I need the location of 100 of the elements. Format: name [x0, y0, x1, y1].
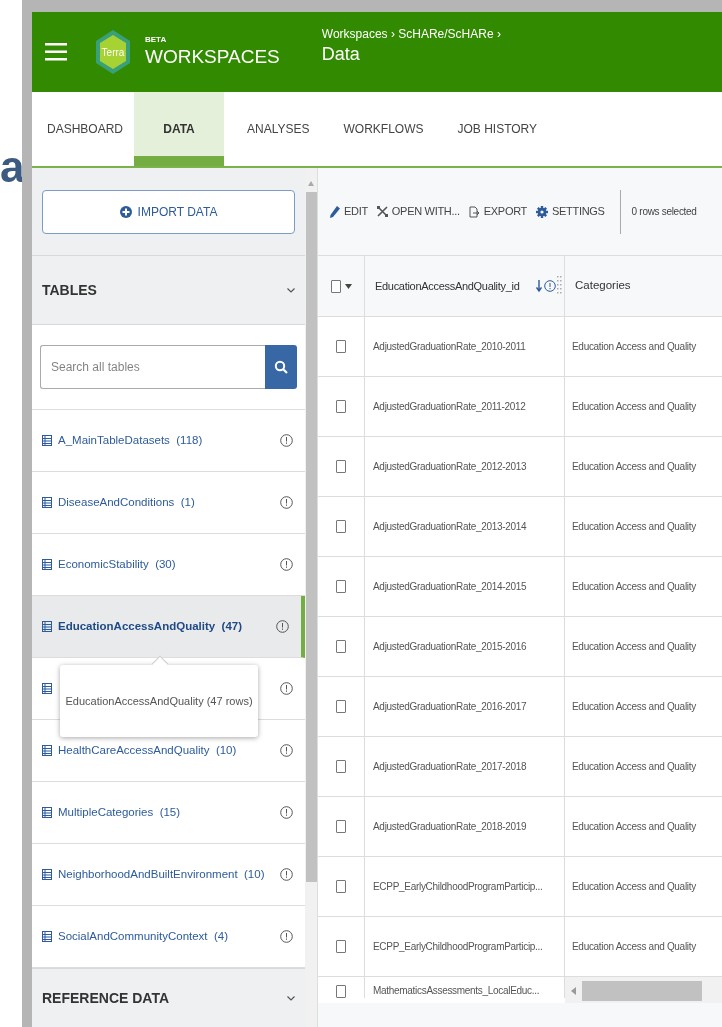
info-icon	[280, 682, 293, 695]
table-list-item[interactable]: SocialAndCommunityContext (4)	[32, 906, 305, 968]
tab[interactable]: ANALYSES	[236, 92, 321, 166]
info-icon	[280, 558, 293, 571]
search-button[interactable]	[265, 345, 297, 389]
table-cell: Education Access and Quality	[572, 699, 696, 714]
table-cell: ECPP_EarlyChildhoodProgramParticip...	[373, 939, 543, 954]
table-icon	[42, 745, 52, 756]
checkbox[interactable]	[336, 520, 346, 533]
table-cell: Education Access and Quality	[572, 819, 696, 834]
tab[interactable]: DASHBOARD	[36, 92, 134, 166]
table-icon	[42, 807, 52, 818]
export-icon	[468, 205, 480, 218]
caret-down-icon	[344, 283, 352, 289]
table-cell: AdjustedGraduationRate_2010-2011	[373, 339, 526, 354]
chevron-down-icon	[287, 995, 295, 1001]
checkbox[interactable]	[336, 580, 346, 593]
tab[interactable]: JOB HISTORY	[446, 92, 549, 166]
checkbox[interactable]	[336, 640, 346, 653]
resize-handle-icon	[557, 276, 562, 296]
menu-icon[interactable]	[45, 43, 67, 61]
sort-down-icon	[536, 280, 542, 292]
page-title: Data	[321, 43, 361, 65]
table-icon	[42, 869, 52, 880]
background-letter: a	[0, 143, 22, 191]
info-icon	[280, 496, 293, 509]
checkbox[interactable]	[336, 985, 346, 998]
table-cell: AdjustedGraduationRate_2012-2013	[373, 459, 527, 474]
table-cell: AdjustedGraduationRate_2018-2019	[373, 819, 527, 834]
table-cell: AdjustedGraduationRate_2011-2012	[373, 399, 526, 414]
tab[interactable]: WORKFLOWS	[332, 92, 435, 166]
export-button[interactable]: EXPORT	[468, 203, 527, 220]
edit-button[interactable]: EDIT	[330, 203, 368, 220]
checkbox[interactable]	[336, 760, 346, 773]
table-cell: Education Access and Quality	[572, 639, 696, 654]
pencil-icon	[330, 205, 340, 218]
info-icon	[280, 930, 293, 943]
table-cell: AdjustedGraduationRate_2013-2014	[373, 519, 527, 534]
table-cell: AdjustedGraduationRate_2017-2018	[373, 759, 527, 774]
selection-status: 0 rows selected	[631, 205, 697, 219]
settings-button[interactable]: SETTINGS	[536, 203, 605, 220]
table-list-item[interactable]: NeighborhoodAndBuiltEnvironment (10)	[32, 844, 305, 906]
checkbox[interactable]	[336, 460, 346, 473]
gear-icon	[536, 205, 548, 218]
search-field[interactable]: Search all tables	[40, 345, 265, 389]
table-cell: Education Access and Quality	[572, 399, 696, 414]
table-icon	[42, 621, 52, 632]
table-icon	[42, 931, 52, 942]
table-list-item[interactable]: DiseaseAndConditions (1)	[32, 472, 305, 534]
table-list-item[interactable]: A_MainTableDatasets (118)	[32, 410, 305, 472]
table-icon	[42, 559, 52, 570]
table-cell: Education Access and Quality	[572, 759, 696, 774]
table-icon	[42, 683, 52, 694]
table-cell: Education Access and Quality	[572, 459, 696, 474]
table-cell: Education Access and Quality	[572, 939, 696, 954]
beta-label: BETA	[145, 35, 167, 45]
section-title: REFERENCE DATA	[42, 988, 170, 1008]
table-cell: AdjustedGraduationRate_2016-2017	[373, 699, 527, 714]
table-cell: Education Access and Quality	[572, 519, 696, 534]
horizontal-scrollbar[interactable]	[565, 977, 722, 1003]
info-icon	[276, 620, 289, 633]
column-header[interactable]: Categories	[575, 277, 631, 295]
crossed-arrows-icon	[376, 206, 388, 217]
table-list-item[interactable]: MultipleCategories (15)	[32, 782, 305, 844]
open-button[interactable]: OPEN WITH...	[376, 203, 460, 220]
scroll-up-icon	[307, 180, 315, 188]
info-icon	[280, 868, 293, 881]
table-cell: ECPP_EarlyChildhoodProgramParticip...	[373, 879, 543, 894]
tab[interactable]: DATA	[134, 92, 224, 166]
app-name: WORKSPACES	[145, 45, 280, 69]
info-icon	[544, 280, 556, 292]
info-icon	[280, 744, 293, 757]
checkbox[interactable]	[336, 820, 346, 833]
table-icon	[42, 497, 52, 508]
table-cell: AdjustedGraduationRate_2014-2015	[373, 579, 527, 594]
table-icon	[42, 435, 52, 446]
breadcrumb: Workspaces › ScHARe/ScHARe ›	[321, 26, 501, 43]
table-cell: Education Access and Quality	[572, 339, 696, 354]
info-icon	[280, 434, 293, 447]
scrollbar-track[interactable]	[305, 168, 318, 1027]
import-data-button[interactable]: IMPORT DATA	[42, 189, 295, 234]
table-list-item[interactable]: EducationAccessAndQuality (47)	[32, 596, 305, 658]
checkbox[interactable]	[336, 700, 346, 713]
table-cell: Education Access and Quality	[572, 579, 696, 594]
table-cell: Education Access and Quality	[572, 879, 696, 894]
column-header[interactable]: EducationAccessAndQuality_id	[375, 277, 536, 295]
search-icon	[274, 360, 288, 374]
checkbox[interactable]	[336, 940, 346, 953]
checkbox[interactable]	[330, 279, 341, 293]
table-cell: MathematicsAssessments_LocalEduc...	[373, 984, 540, 998]
checkbox[interactable]	[336, 880, 346, 893]
table-cell: AdjustedGraduationRate_2015-2016	[373, 639, 527, 654]
checkbox[interactable]	[336, 400, 346, 413]
scroll-left-icon	[571, 986, 576, 995]
checkbox[interactable]	[336, 340, 346, 353]
plus-circle-icon	[119, 205, 132, 218]
section-title: TABLES	[42, 280, 97, 300]
chevron-down-icon	[287, 287, 295, 293]
info-icon	[280, 806, 293, 819]
table-list-item[interactable]: EconomicStability (30)	[32, 534, 305, 596]
